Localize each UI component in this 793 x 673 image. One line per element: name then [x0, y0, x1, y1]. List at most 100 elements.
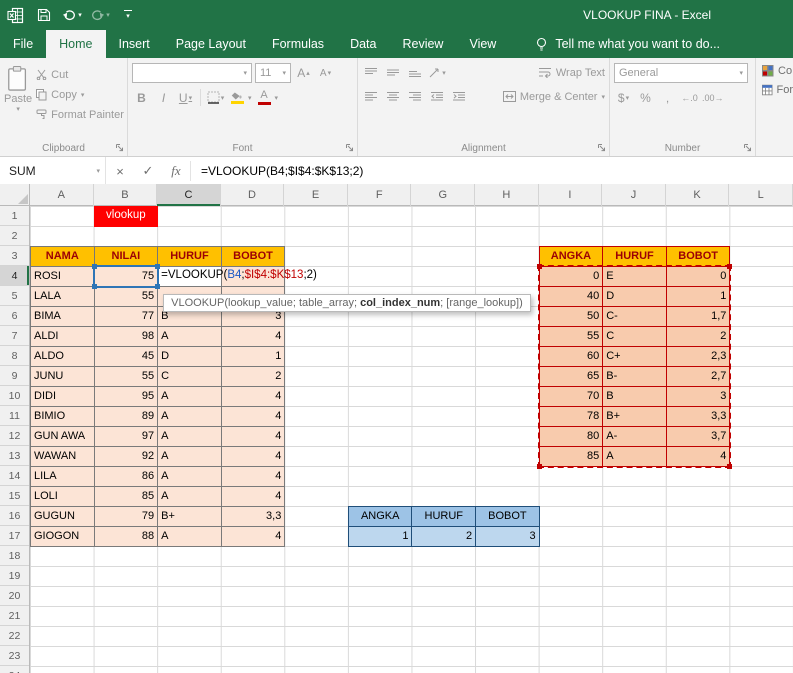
cell-D14[interactable]: 4	[220, 466, 286, 487]
tab-view[interactable]: View	[456, 30, 509, 58]
font-name-combo[interactable]: ▾	[132, 63, 252, 83]
copy-dropdown-icon[interactable]: ▾	[81, 91, 85, 99]
cell-K10[interactable]: 3	[665, 386, 731, 407]
cell-J4[interactable]: E	[602, 266, 667, 287]
cell-A5[interactable]: LALA	[30, 286, 95, 307]
cell-I9[interactable]: 65	[538, 366, 604, 387]
merge-center-dropdown-icon[interactable]: ▾	[601, 93, 605, 101]
cell-B6[interactable]: 77	[93, 306, 159, 327]
formula-input[interactable]: =VLOOKUP(B4;$I$4:$K$13;2)	[191, 157, 793, 185]
clipboard-dialog-launcher[interactable]	[115, 143, 125, 153]
paste-dropdown-icon[interactable]: ▾	[16, 105, 20, 113]
align-left-button[interactable]	[362, 87, 381, 106]
cell-J10[interactable]: B	[602, 386, 667, 407]
number-dialog-launcher[interactable]	[743, 143, 753, 153]
cell-I10[interactable]: 70	[538, 386, 604, 407]
column-header-H[interactable]: H	[475, 184, 539, 206]
cell-I4[interactable]: 0	[538, 266, 604, 287]
cell-I12[interactable]: 80	[538, 426, 604, 447]
row-header-21[interactable]: 21	[0, 606, 29, 626]
name-box[interactable]: SUM ▾	[0, 157, 106, 185]
cell-B16[interactable]: 79	[93, 506, 159, 527]
cell-B8[interactable]: 45	[93, 346, 159, 367]
cell-G17[interactable]: 2	[411, 526, 477, 547]
italic-button[interactable]: I	[154, 88, 173, 107]
cell-K8[interactable]: 2,3	[665, 346, 731, 367]
align-middle-button[interactable]	[384, 63, 403, 82]
cell-D17[interactable]: 4	[220, 526, 286, 547]
cut-button[interactable]: Cut	[36, 67, 124, 82]
row-header-20[interactable]: 20	[0, 586, 29, 606]
decrease-decimal-button[interactable]: .00→	[702, 88, 724, 107]
row-header-5[interactable]: 5	[0, 286, 29, 306]
row-header-17[interactable]: 17	[0, 526, 29, 546]
font-color-button[interactable]: A ▾	[255, 88, 278, 107]
row-header-8[interactable]: 8	[0, 346, 29, 366]
cell-J11[interactable]: B+	[602, 406, 667, 427]
column-header-B[interactable]: B	[94, 184, 158, 206]
cell-B3[interactable]: NILAI	[93, 246, 159, 267]
row-header-15[interactable]: 15	[0, 486, 29, 506]
paste-button[interactable]: Paste ▾	[4, 63, 32, 140]
cell-B12[interactable]: 97	[93, 426, 159, 447]
cell-C8[interactable]: D	[157, 346, 222, 367]
cell-B1[interactable]: vlookup	[93, 206, 159, 227]
cell-C12[interactable]: A	[157, 426, 222, 447]
percent-style-button[interactable]: %	[636, 88, 655, 107]
cell-I5[interactable]: 40	[538, 286, 604, 307]
font-size-combo[interactable]: 11 ▾	[255, 63, 291, 83]
cell-J13[interactable]: A	[602, 446, 667, 467]
cell-J7[interactable]: C	[602, 326, 667, 347]
tab-data[interactable]: Data	[337, 30, 389, 58]
column-header-J[interactable]: J	[602, 184, 666, 206]
cell-K6[interactable]: 1,7	[665, 306, 731, 327]
cell-K12[interactable]: 3,7	[665, 426, 731, 447]
qat-customize-button[interactable]: ▾	[114, 0, 142, 30]
row-header-13[interactable]: 13	[0, 446, 29, 466]
cell-D16[interactable]: 3,3	[220, 506, 286, 527]
row-header-4[interactable]: 4	[0, 266, 29, 286]
fill-color-dropdown-icon[interactable]: ▾	[248, 94, 252, 102]
conditional-formatting-button[interactable]: Co	[762, 65, 793, 77]
cell-A6[interactable]: BIMA	[30, 306, 95, 327]
cell-C11[interactable]: A	[157, 406, 222, 427]
cell-D8[interactable]: 1	[220, 346, 286, 367]
cell-B14[interactable]: 86	[93, 466, 159, 487]
accounting-dropdown-icon[interactable]: ▾	[626, 94, 630, 102]
copy-button[interactable]: Copy ▾	[36, 87, 124, 102]
cell-A8[interactable]: ALDO	[30, 346, 95, 367]
cell-K3[interactable]: BOBOT	[665, 246, 731, 267]
cell-B15[interactable]: 85	[93, 486, 159, 507]
redo-dropdown-icon[interactable]: ▾	[106, 12, 110, 19]
name-box-dropdown-icon[interactable]: ▾	[96, 167, 100, 175]
decrease-font-size-button[interactable]: A ▾	[316, 64, 335, 83]
cell-H16[interactable]: BOBOT	[475, 506, 540, 527]
cell-K13[interactable]: 4	[665, 446, 731, 467]
row-header-12[interactable]: 12	[0, 426, 29, 446]
fill-color-button[interactable]: ▾	[228, 88, 252, 107]
row-header-6[interactable]: 6	[0, 306, 29, 326]
increase-indent-button[interactable]	[450, 87, 469, 106]
row-header-1[interactable]: 1	[0, 206, 29, 226]
cell-J6[interactable]: C-	[602, 306, 667, 327]
cell-I6[interactable]: 50	[538, 306, 604, 327]
row-header-18[interactable]: 18	[0, 546, 29, 566]
row-header-22[interactable]: 22	[0, 626, 29, 646]
cell-G16[interactable]: HURUF	[411, 506, 477, 527]
row-header-19[interactable]: 19	[0, 566, 29, 586]
cell-J12[interactable]: A-	[602, 426, 667, 447]
tab-formulas[interactable]: Formulas	[259, 30, 337, 58]
cell-A9[interactable]: JUNU	[30, 366, 95, 387]
column-header-L[interactable]: L	[729, 184, 793, 206]
tab-home[interactable]: Home	[46, 30, 106, 58]
cell-B4[interactable]: 75	[93, 266, 159, 287]
cell-A13[interactable]: WAWAN	[30, 446, 95, 467]
column-header-E[interactable]: E	[284, 184, 348, 206]
cell-K4[interactable]: 0	[665, 266, 731, 287]
insert-function-button[interactable]: fx	[162, 157, 190, 185]
accounting-format-button[interactable]: $ ▾	[614, 88, 633, 107]
decrease-indent-button[interactable]	[428, 87, 447, 106]
cell-A7[interactable]: ALDI	[30, 326, 95, 347]
redo-button[interactable]: ▾	[86, 0, 114, 30]
align-center-button[interactable]	[384, 87, 403, 106]
